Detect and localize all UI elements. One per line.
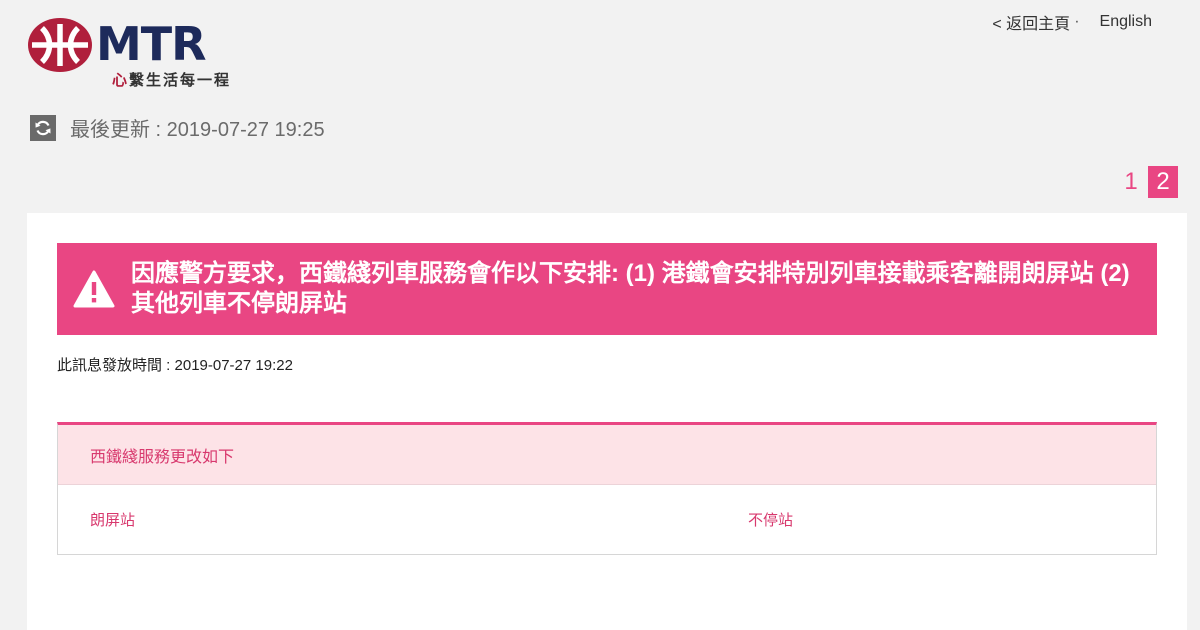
link-separator: ·	[1074, 13, 1080, 30]
logo-tagline: 心繫生活每一程	[112, 69, 231, 90]
issued-time: 此訊息發放時間 : 2019-07-27 19:22	[57, 357, 293, 374]
back-home-link[interactable]: < 返回主頁	[992, 10, 1070, 34]
tagline-text: 繫生活每一程	[129, 72, 232, 89]
station-name: 朗屏站	[90, 512, 136, 529]
mtr-logo[interactable]: MTR 心繫生活每一程	[28, 16, 248, 92]
language-switch-link[interactable]: English	[1100, 13, 1152, 31]
alert-banner: 因應警方要求，西鐵綫列車服務會作以下安排: (1) 港鐵會安排特別列車接載乘客離…	[57, 243, 1157, 335]
pagination: 1 2	[1114, 166, 1178, 198]
logo-wordmark: MTR	[96, 17, 207, 71]
station-status: 不停站	[748, 512, 794, 529]
table-row: 朗屏站 不停站	[58, 485, 1156, 554]
service-change-table: 西鐵綫服務更改如下 朗屏站 不停站	[57, 422, 1157, 555]
mtr-emblem-icon	[28, 18, 92, 72]
last-update: 最後更新 : 2019-07-27 19:25	[30, 113, 325, 142]
refresh-icon[interactable]	[30, 114, 56, 141]
service-change-heading: 西鐵綫服務更改如下	[58, 425, 1156, 485]
warning-icon	[73, 270, 115, 308]
tagline-accent: 心	[112, 72, 130, 89]
content-panel: 因應警方要求，西鐵綫列車服務會作以下安排: (1) 港鐵會安排特別列車接載乘客離…	[27, 213, 1187, 630]
last-update-text: 最後更新 : 2019-07-27 19:25	[70, 119, 325, 141]
top-links: < 返回主頁 · English	[992, 10, 1152, 34]
alert-message: 因應警方要求，西鐵綫列車服務會作以下安排: (1) 港鐵會安排特別列車接載乘客離…	[131, 260, 1130, 317]
page-1-button[interactable]: 1	[1116, 166, 1146, 198]
page-2-button[interactable]: 2	[1148, 166, 1178, 198]
